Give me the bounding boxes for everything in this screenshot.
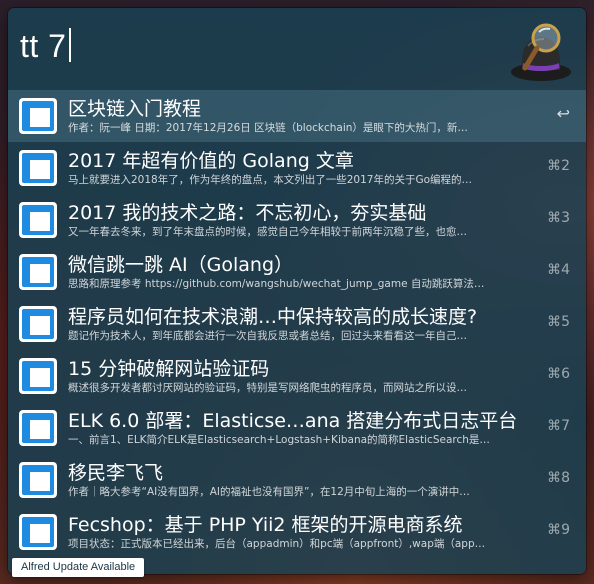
command-shortcut: ⌘5	[547, 314, 570, 330]
result-title: 2017 我的技术之路：不忘初心，夯实基础	[68, 202, 427, 224]
result-subtitle: 概述很多开发者都讨厌网站的验证码，特别是写网络爬虫的程序员，而网站之所以设…	[68, 382, 467, 394]
command-shortcut: ⌘3	[547, 210, 570, 226]
update-available-notice[interactable]: Alfred Update Available	[12, 558, 145, 577]
search-bar[interactable]: tt 7	[8, 8, 586, 90]
result-item-5[interactable]: 程序员如何在技术浪潮…中保持较高的成长速度? 题记作为技术人，到年底都会进行一次…	[8, 298, 586, 350]
result-title: 15 分钟破解网站验证码	[68, 358, 270, 380]
command-shortcut: ⌘8	[547, 470, 570, 486]
document-icon	[19, 202, 57, 238]
search-query-text: tt 7	[20, 28, 67, 64]
result-item-3[interactable]: 2017 我的技术之路：不忘初心，夯实基础 又一年春去冬来，到了年末盘点的时候，…	[8, 194, 586, 246]
result-item-9[interactable]: Fecshop：基于 PHP Yii2 框架的开源电商系统 项目状态：正式版本已…	[8, 506, 586, 558]
document-icon	[19, 514, 57, 550]
command-shortcut: ⌘2	[547, 158, 570, 174]
result-title: ELK 6.0 部署：Elasticse…ana 搭建分布式日志平台	[68, 410, 518, 432]
result-title: 2017 年超有价值的 Golang 文章	[68, 150, 354, 172]
document-icon	[19, 410, 57, 446]
result-subtitle: 一、前言1、ELK简介ELK是Elasticsearch+Logstash+Ki…	[68, 434, 490, 446]
result-subtitle: 思路和原理参考 https://github.com/wangshub/wech…	[68, 278, 485, 290]
result-title: 移民李飞飞	[68, 462, 164, 484]
document-icon	[19, 462, 57, 498]
result-item-6[interactable]: 15 分钟破解网站验证码 概述很多开发者都讨厌网站的验证码，特别是写网络爬虫的程…	[8, 350, 586, 402]
result-subtitle: 又一年春去冬来，到了年末盘点的时候，感觉自己今年相较于前两年沉稳了些，也愈…	[68, 226, 467, 238]
command-shortcut: ⌘6	[547, 366, 570, 382]
alfred-hat-icon[interactable]	[506, 16, 576, 86]
result-title: 程序员如何在技术浪潮…中保持较高的成长速度?	[68, 306, 478, 328]
result-title: 区块链入门教程	[68, 98, 202, 120]
document-icon	[19, 358, 57, 394]
result-item-1[interactable]: 区块链入门教程 作者：阮一峰 日期：2017年12月26日 区块链（blockc…	[8, 90, 586, 142]
command-shortcut: ⌘4	[547, 262, 570, 278]
results-list: 区块链入门教程 作者：阮一峰 日期：2017年12月26日 区块链（blockc…	[8, 90, 586, 558]
result-subtitle: 项目状态：正式版本已经出来，后台（appadmin）和pc端（appfront）…	[68, 538, 486, 550]
result-subtitle: 作者：阮一峰 日期：2017年12月26日 区块链（blockchain）是眼下…	[68, 122, 468, 134]
return-key-shortcut: ↩	[556, 104, 570, 123]
result-subtitle: 作者｜略大参考“AI没有国界，AI的福祉也没有国界”，在12月中旬上海的一个演讲…	[68, 486, 470, 498]
command-shortcut: ⌘9	[547, 522, 570, 538]
search-input[interactable]: tt 7	[20, 28, 72, 65]
document-icon	[19, 306, 57, 342]
result-item-7[interactable]: ELK 6.0 部署：Elasticse…ana 搭建分布式日志平台 一、前言1…	[8, 402, 586, 454]
result-subtitle: 题记作为技术人，到年底都会进行一次自我反思或者总结，回过头来看看这一年自己…	[68, 330, 467, 342]
command-shortcut: ⌘7	[547, 418, 570, 434]
alfred-window: tt 7 区块链入门教程 作者：阮一峰 日期：2017年12月26日 区块链（b…	[8, 8, 586, 574]
result-item-2[interactable]: 2017 年超有价值的 Golang 文章 马上就要进入2018年了，作为年终的…	[8, 142, 586, 194]
document-icon	[19, 98, 57, 134]
result-item-4[interactable]: 微信跳一跳 AI（Golang） 思路和原理参考 https://github.…	[8, 246, 586, 298]
result-title: Fecshop：基于 PHP Yii2 框架的开源电商系统	[68, 514, 463, 536]
result-subtitle: 马上就要进入2018年了，作为年终的盘点，本文列出了一些2017年的关于Go编程…	[68, 174, 473, 186]
text-caret	[69, 28, 72, 62]
result-title: 微信跳一跳 AI（Golang）	[68, 254, 294, 276]
document-icon	[19, 150, 57, 186]
document-icon	[19, 254, 57, 290]
result-item-8[interactable]: 移民李飞飞 作者｜略大参考“AI没有国界，AI的福祉也没有国界”，在12月中旬上…	[8, 454, 586, 506]
